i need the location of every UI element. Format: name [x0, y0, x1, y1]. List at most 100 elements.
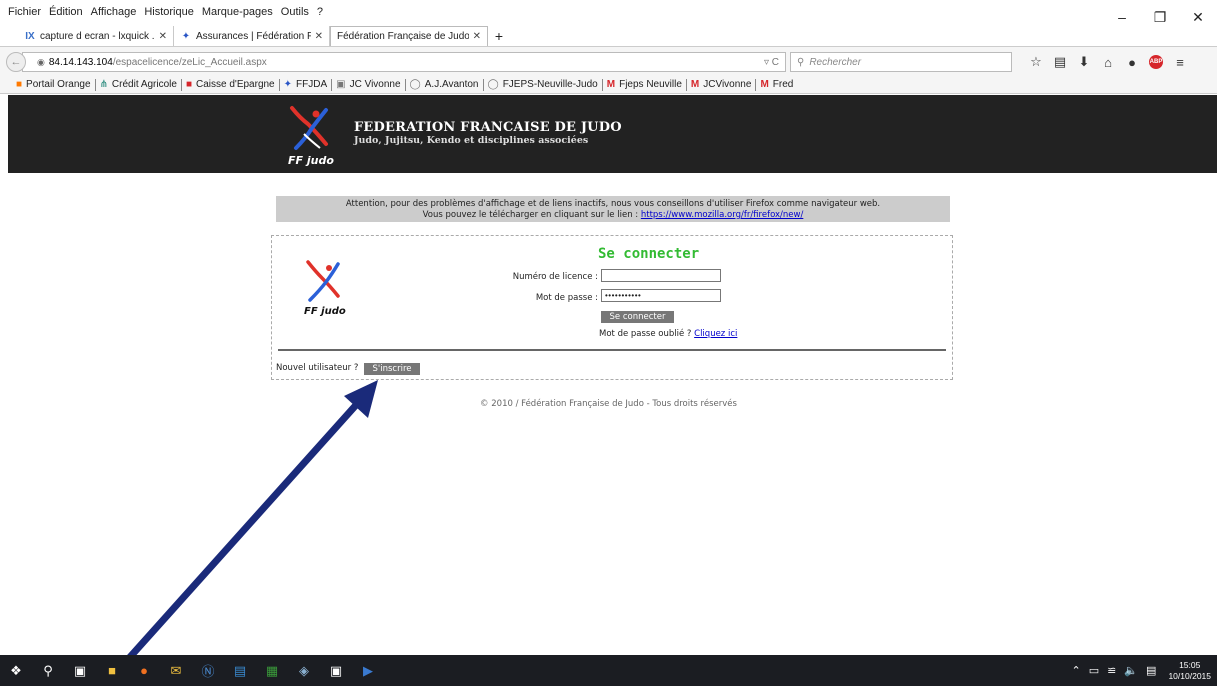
- globe-icon: ◉: [37, 56, 45, 67]
- forgot-password-link[interactable]: Cliquez ici: [694, 329, 737, 339]
- gmail-icon: M: [690, 79, 700, 90]
- site-title: FEDERATION FRANCAISE DE JUDO: [354, 120, 622, 135]
- reload-icon[interactable]: ▿ C: [764, 57, 779, 68]
- search-input[interactable]: ⚲ Rechercher: [790, 52, 1012, 72]
- bookmark-item[interactable]: ◯ FJEPS-Neuville-Judo: [484, 78, 603, 91]
- network-icon[interactable]: ≌: [1107, 664, 1116, 677]
- ffjudo-icon: ✦: [181, 30, 191, 42]
- ffjudo-logo: FF judo: [288, 106, 334, 167]
- firefox-download-link[interactable]: https://www.mozilla.org/fr/firefox/new/: [641, 210, 804, 220]
- orange-icon: ■: [16, 79, 23, 90]
- battery-icon[interactable]: ▭: [1089, 664, 1099, 677]
- logo-text: FF judo: [304, 306, 346, 317]
- bookmark-item[interactable]: ⋔ Crédit Agricole: [96, 78, 182, 91]
- menu-marque-pages[interactable]: Marque-pages: [202, 6, 273, 18]
- tab-assurances[interactable]: ✦ Assurances | Fédération Fra... ✕: [174, 26, 330, 46]
- home-icon[interactable]: ⌂: [1096, 52, 1120, 72]
- clock[interactable]: 15:05 10/10/2015: [1168, 660, 1211, 682]
- search-icon: ⚲: [797, 56, 805, 68]
- menu-help[interactable]: ?: [317, 6, 323, 18]
- copyright: © 2010 / Fédération Française de Judo - …: [480, 399, 737, 409]
- bookmark-item[interactable]: ◯ A.J.Avanton: [406, 78, 484, 91]
- notice-prefix: Vous pouvez le télécharger en cliquant s…: [422, 210, 641, 220]
- chat-icon[interactable]: ●: [1120, 52, 1144, 72]
- forgot-prefix: Mot de passe oublié ?: [599, 329, 695, 339]
- menu-edition[interactable]: Édition: [49, 6, 83, 18]
- ffjudo-logo: FF judo: [304, 260, 346, 317]
- search-placeholder: Rechercher: [809, 56, 862, 68]
- licence-input[interactable]: [601, 269, 721, 282]
- excel-icon[interactable]: ▦: [256, 655, 288, 686]
- url-host: 84.14.143.104: [48, 56, 113, 68]
- menu-outils[interactable]: Outils: [281, 6, 309, 18]
- taskbar: ❖ ⚲ ▣ ■ ● ✉ Ⓝ ▤ ▦ ◈ ▣ ▶ ⌃ ▭ ≌ 🔈 ▤ 15:05 …: [0, 655, 1217, 686]
- notification-icon[interactable]: ▤: [1146, 664, 1156, 677]
- bookmark-label: FFJDA: [296, 79, 328, 90]
- volume-icon[interactable]: 🔈: [1124, 664, 1138, 677]
- bookmark-label: FJEPS-Neuville-Judo: [502, 79, 598, 90]
- bookmark-item[interactable]: M Fjeps Neuville: [603, 78, 687, 91]
- new-user-label: Nouvel utilisateur ?: [276, 363, 359, 373]
- tab-bar: IX capture d ecran - lxquick ... ✕ ✦ Ass…: [0, 24, 1217, 46]
- credit-agricole-icon: ⋔: [99, 79, 108, 90]
- new-tab-icon[interactable]: +: [488, 26, 510, 46]
- tab-title: Assurances | Fédération Fra...: [196, 30, 311, 42]
- bookmark-item[interactable]: M Fred: [756, 79, 797, 91]
- menu-historique[interactable]: Historique: [144, 6, 194, 18]
- tab-ffjudo[interactable]: Fédération Française de Judo ✕: [330, 26, 488, 46]
- mail-icon[interactable]: ✉: [160, 655, 192, 686]
- bookmark-label: Portail Orange: [26, 79, 91, 90]
- menu-fichier[interactable]: Fichier: [8, 6, 41, 18]
- screen: Fichier Édition Affichage Historique Mar…: [0, 0, 1217, 686]
- tab-close-icon[interactable]: ✕: [159, 31, 167, 42]
- login-title: Se connecter: [598, 246, 700, 262]
- search-icon[interactable]: ⚲: [32, 655, 64, 686]
- app-monitor-icon[interactable]: ▣: [320, 655, 352, 686]
- logo-text: FF judo: [288, 154, 334, 167]
- hamburger-menu-icon[interactable]: ≡: [1168, 52, 1192, 72]
- login-button[interactable]: Se connecter: [601, 311, 674, 323]
- menu-affichage[interactable]: Affichage: [91, 6, 137, 18]
- back-icon[interactable]: ←: [6, 52, 26, 72]
- notice-line1: Attention, pour des problèmes d'affichag…: [345, 199, 881, 209]
- download-icon[interactable]: ⬇: [1072, 52, 1096, 72]
- reading-list-icon[interactable]: ▤: [1048, 52, 1072, 72]
- bookmark-item[interactable]: ▣ JC Vivonne: [332, 78, 406, 91]
- url-bar[interactable]: ◉ 84.14.143.104/espacelicence/zeLic_Accu…: [22, 52, 786, 72]
- bookmark-item[interactable]: ■ Portail Orange: [12, 78, 96, 91]
- register-button[interactable]: S'inscrire: [364, 363, 420, 375]
- caisse-epargne-icon: ■: [185, 79, 192, 90]
- store-icon[interactable]: ▣: [64, 655, 96, 686]
- windows-start-icon[interactable]: ❖: [0, 655, 32, 686]
- bookmark-item[interactable]: ✦ FFJDA: [280, 78, 333, 91]
- system-tray: ⌃ ▭ ≌ 🔈 ▤ 15:05 10/10/2015: [1068, 655, 1212, 686]
- tab-ixquick[interactable]: IX capture d ecran - lxquick ... ✕: [18, 26, 174, 46]
- chevron-up-icon[interactable]: ⌃: [1072, 664, 1081, 677]
- ffjudo-icon: ✦: [283, 79, 293, 90]
- licence-label: Numéro de licence :: [512, 272, 598, 282]
- clock-date: 10/10/2015: [1168, 670, 1211, 681]
- publisher-icon[interactable]: ▤: [224, 655, 256, 686]
- bookmark-item[interactable]: ■ Caisse d'Epargne: [182, 78, 280, 91]
- file-explorer-icon[interactable]: ■: [96, 655, 128, 686]
- gmail-icon: M: [760, 79, 769, 90]
- forgot-password: Mot de passe oublié ? Cliquez ici: [599, 329, 737, 339]
- firefox-icon[interactable]: ●: [128, 655, 160, 686]
- nav-bar: ◉ 84.14.143.104/espacelicence/zeLic_Accu…: [0, 46, 1217, 76]
- password-label: Mot de passe :: [535, 293, 598, 303]
- club-icon: ▣: [336, 79, 346, 90]
- divider: [278, 349, 946, 351]
- bookmark-star-icon[interactable]: ☆: [1024, 52, 1048, 72]
- ixquick-icon: IX: [25, 30, 35, 42]
- bookmark-label: Caisse d'Epargne: [196, 79, 275, 90]
- adblock-icon[interactable]: ABP: [1149, 55, 1163, 69]
- tab-close-icon[interactable]: ✕: [473, 31, 481, 42]
- bookmarks-bar: ■ Portail Orange ⋔ Crédit Agricole ■ Caisse…: [0, 76, 1217, 94]
- tab-close-icon[interactable]: ✕: [315, 31, 323, 42]
- bookmark-label: JC Vivonne: [349, 79, 401, 90]
- media-icon[interactable]: ▶: [352, 655, 384, 686]
- app-m-icon[interactable]: Ⓝ: [192, 655, 224, 686]
- app-shield-icon[interactable]: ◈: [288, 655, 320, 686]
- bookmark-item[interactable]: M JCVivonne: [687, 78, 757, 91]
- password-input[interactable]: •••••••••••: [601, 289, 721, 302]
